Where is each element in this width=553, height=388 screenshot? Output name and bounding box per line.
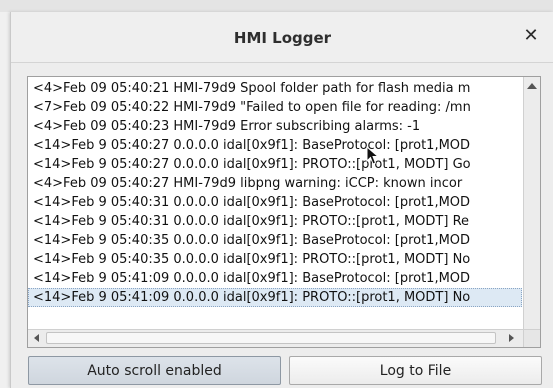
horizontal-scrollbar[interactable] — [28, 329, 540, 347]
log-to-file-button[interactable]: Log to File — [289, 356, 542, 385]
log-line[interactable]: <14>Feb 9 05:41:09 0.0.0.0 idal[0x9f1]: … — [28, 269, 522, 288]
log-line[interactable]: <4>Feb 09 05:40:27 HMI-79d9 libpng warni… — [28, 174, 522, 193]
auto-scroll-button[interactable]: Auto scroll enabled — [28, 356, 281, 385]
log-line[interactable]: <4>Feb 09 05:40:23 HMI-79d9 Error subscr… — [28, 117, 522, 136]
log-line[interactable]: <14>Feb 9 05:40:27 0.0.0.0 idal[0x9f1]: … — [28, 136, 522, 155]
titlebar: HMI Logger ✕ — [11, 12, 553, 63]
log-line[interactable]: <14>Feb 9 05:40:31 0.0.0.0 idal[0x9f1]: … — [28, 193, 522, 212]
log-line[interactable]: <7>Feb 09 05:40:22 HMI-79d9 "Failed to o… — [28, 98, 522, 117]
scroll-corner — [523, 330, 540, 347]
log-line[interactable]: <14>Feb 9 05:41:09 0.0.0.0 idal[0x9f1]: … — [28, 288, 522, 307]
log-list[interactable]: <4>Feb 09 05:40:21 HMI-79d9 Spool folder… — [28, 79, 522, 327]
close-icon[interactable]: ✕ — [522, 26, 540, 46]
mouse-pointer-icon — [366, 146, 380, 165]
vertical-scrollbar[interactable] — [523, 77, 540, 329]
log-view[interactable]: <4>Feb 09 05:40:21 HMI-79d9 Spool folder… — [27, 76, 541, 348]
log-line[interactable]: <14>Feb 9 05:40:35 0.0.0.0 idal[0x9f1]: … — [28, 250, 522, 269]
arrow-left-icon[interactable] — [34, 334, 39, 342]
horizontal-scroll-thumb[interactable] — [46, 332, 496, 344]
arrow-up-icon[interactable] — [527, 83, 537, 89]
arrow-right-icon[interactable] — [509, 334, 514, 342]
window-title: HMI Logger — [233, 29, 332, 47]
background-window — [0, 0, 553, 12]
log-line[interactable]: <14>Feb 9 05:40:35 0.0.0.0 idal[0x9f1]: … — [28, 231, 522, 250]
log-line[interactable]: <14>Feb 9 05:40:27 0.0.0.0 idal[0x9f1]: … — [28, 155, 522, 174]
log-line[interactable]: <4>Feb 09 05:40:21 HMI-79d9 Spool folder… — [28, 79, 522, 98]
hmi-logger-dialog: HMI Logger ✕ <4>Feb 09 05:40:21 HMI-79d9… — [10, 12, 553, 388]
log-line[interactable]: <14>Feb 9 05:40:31 0.0.0.0 idal[0x9f1]: … — [28, 212, 522, 231]
